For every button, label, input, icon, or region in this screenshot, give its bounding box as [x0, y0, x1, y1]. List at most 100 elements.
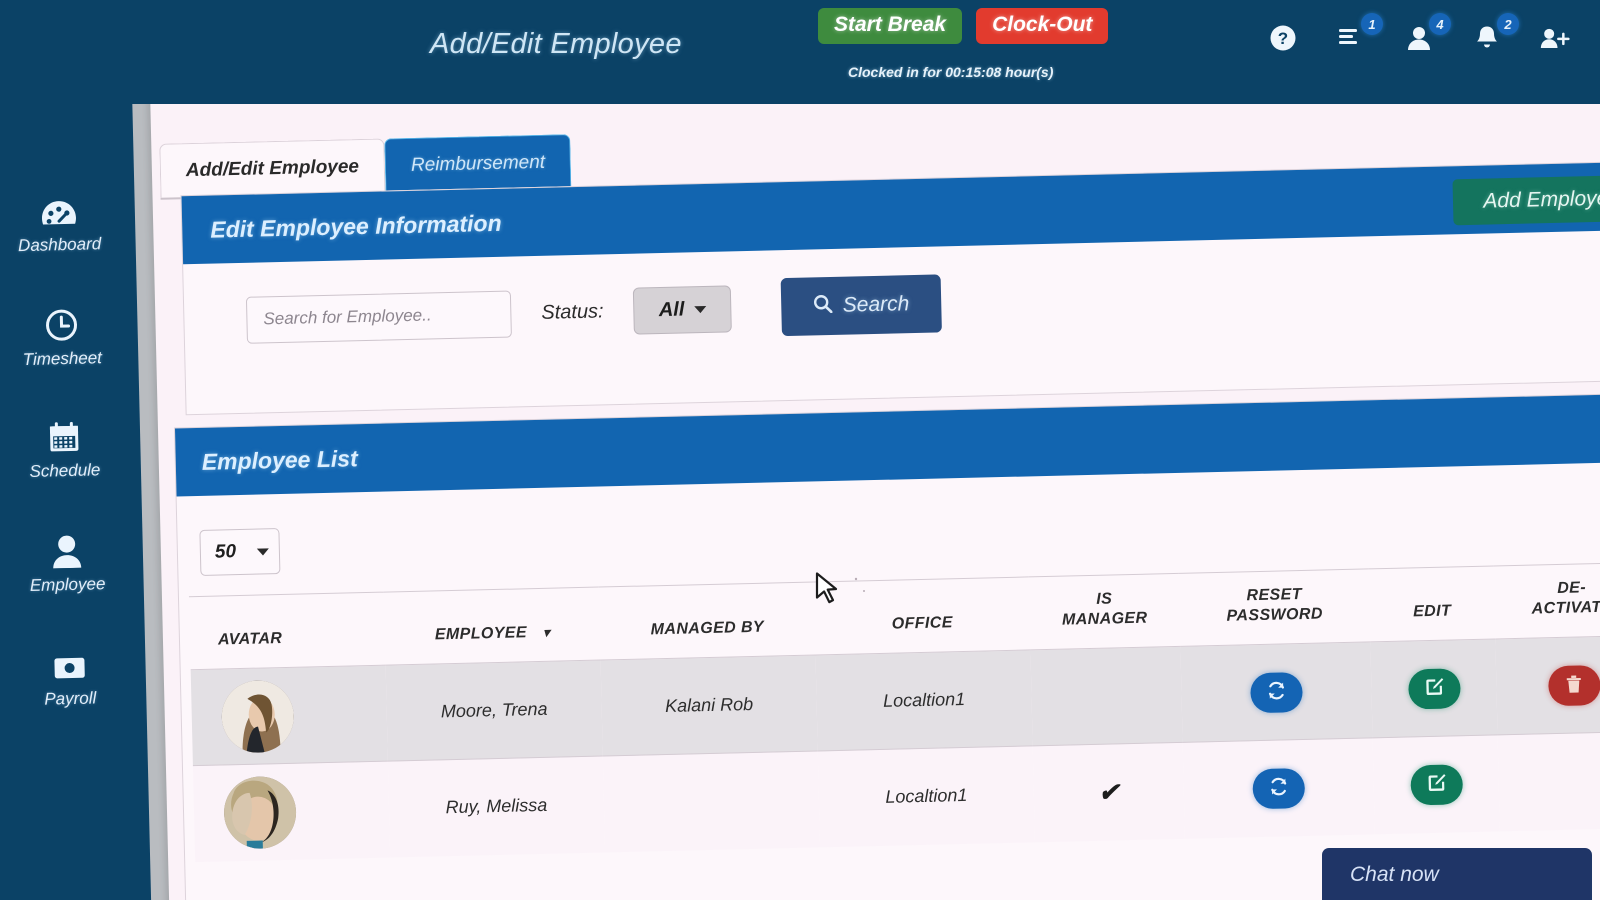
panel-title: Employee List — [201, 444, 358, 475]
tab-label: Reimbursement — [410, 151, 546, 176]
cell-avatar — [190, 665, 388, 766]
user-badge: 4 — [1429, 13, 1451, 35]
cell-employee: Moore, Trena — [385, 660, 603, 762]
cell-is-manager: ✔ — [1032, 742, 1185, 842]
column-header-label: EMPLOYEE — [434, 624, 528, 644]
tasks-badge: 1 — [1361, 13, 1383, 35]
search-icon — [813, 293, 834, 318]
page-tilt-wrapper: Dashboard Timesheet Schedule Employee Pa… — [0, 0, 1600, 900]
sidebar-item-dashboard[interactable]: Dashboard — [0, 190, 136, 257]
edit-button[interactable] — [1407, 667, 1461, 710]
clock-icon — [44, 306, 79, 343]
column-header-avatar: AVATAR — [217, 630, 283, 649]
cell-avatar — [192, 761, 391, 862]
tab-label: Add/Edit Employee — [185, 156, 360, 182]
sidebar-item-employee[interactable]: Employee — [0, 530, 144, 597]
employee-list-panel: Employee List 50 AVATAR EMPLOYEE ▾ MANAG… — [173, 392, 1600, 900]
cell-office: Localtion1 — [815, 649, 1033, 751]
cell-reset-password — [1182, 737, 1375, 839]
clock-actions: Start Break Clock-Out — [818, 8, 1109, 44]
employee-table: AVATAR EMPLOYEE ▾ MANAGED BY OFFICE IS MA… — [188, 562, 1600, 862]
employee-search-row: Status: All Sear — [245, 274, 943, 348]
sidebar-item-label: Timesheet — [22, 348, 103, 370]
column-header-is-manager: IS MANAGER — [1061, 590, 1148, 629]
column-header-reset-password: RESET PASSWORD — [1226, 585, 1323, 625]
page-size-dropdown[interactable]: 50 — [199, 528, 281, 576]
sidebar-item-label: Schedule — [29, 460, 101, 481]
trash-icon — [1565, 674, 1583, 696]
cell-employee: Ruy, Melissa — [387, 756, 606, 858]
sidebar-item-payroll[interactable]: Payroll — [0, 644, 147, 711]
header-icon-group: ? 1 4 2 — [1268, 13, 1570, 54]
sort-chevron-icon: ▾ — [542, 624, 551, 640]
page-size-value: 50 — [214, 541, 237, 563]
page-title: Add/Edit Employee — [430, 28, 682, 60]
app-root: Dashboard Timesheet Schedule Employee Pa… — [0, 0, 1600, 900]
chevron-down-icon — [694, 305, 707, 313]
chat-now-label: Chat now — [1350, 863, 1439, 886]
tasks-icon[interactable]: 1 — [1336, 13, 1383, 54]
dashboard-icon — [39, 192, 78, 229]
cell-office: Localtion1 — [817, 745, 1035, 847]
sidebar-item-timesheet[interactable]: Timesheet — [0, 304, 139, 371]
top-header-bar: Add/Edit Employee Start Break Clock-Out … — [0, 0, 1600, 104]
start-break-button[interactable]: Start Break — [818, 8, 963, 44]
edit-button[interactable] — [1409, 764, 1463, 806]
tab-reimbursement[interactable]: Reimbursement — [384, 134, 572, 193]
cell-deactivate — [1497, 731, 1600, 831]
person-icon — [50, 532, 83, 569]
sidebar-item-label: Payroll — [44, 688, 97, 709]
column-header-employee[interactable]: EMPLOYEE ▾ — [384, 587, 601, 665]
deactivate-button[interactable] — [1547, 664, 1600, 706]
tab-add-edit-employee[interactable]: Add/Edit Employee — [159, 138, 386, 198]
help-icon[interactable]: ? — [1268, 22, 1298, 54]
cell-edit — [1370, 638, 1498, 738]
page-stage: Dashboard Timesheet Schedule Employee Pa… — [0, 0, 1600, 900]
search-button[interactable]: Search — [780, 274, 943, 337]
column-header-deactivate: DE- ACTIVATE — [1531, 579, 1600, 618]
status-label: Status: — [541, 299, 604, 324]
cell-managed-by — [602, 750, 821, 852]
sidebar-item-schedule[interactable]: Schedule — [0, 416, 141, 483]
reset-password-icon — [1266, 680, 1287, 703]
cursor-trail-dots — [852, 575, 872, 602]
clocked-in-status: Clocked in for 00:15:08 hour(s) — [848, 64, 1054, 80]
avatar — [223, 775, 297, 850]
add-employee-button[interactable]: Add Employee — [1452, 174, 1600, 226]
bell-badge: 2 — [1497, 13, 1519, 35]
cell-is-manager — [1030, 646, 1183, 746]
user-icon[interactable]: 4 — [1404, 13, 1451, 54]
panel-title: Edit Employee Information — [209, 209, 502, 243]
edit-employee-panel: Edit Employee Information Add Employee S… — [180, 161, 1600, 416]
cell-deactivate — [1495, 635, 1600, 735]
is-manager-check-icon: ✔ — [1098, 778, 1120, 807]
cell-managed-by: Kalani Rob — [600, 654, 818, 757]
edit-icon — [1426, 773, 1447, 796]
chevron-down-icon — [256, 547, 269, 556]
chat-now-widget[interactable]: Chat now — [1322, 848, 1592, 900]
avatar — [220, 679, 295, 753]
cell-reset-password — [1180, 641, 1373, 743]
clock-out-button[interactable]: Clock-Out — [976, 8, 1109, 44]
sidebar-item-label: Employee — [29, 574, 106, 595]
column-header-office: OFFICE — [891, 614, 954, 633]
calendar-icon — [47, 418, 82, 455]
edit-icon — [1424, 677, 1445, 700]
payroll-icon — [52, 646, 87, 683]
svg-text:?: ? — [1278, 29, 1288, 48]
bell-icon[interactable]: 2 — [1472, 13, 1519, 54]
status-dropdown-value: All — [658, 297, 685, 321]
column-header-managed-by: MANAGED BY — [650, 618, 765, 639]
status-dropdown[interactable]: All — [633, 284, 733, 335]
column-header-edit: EDIT — [1412, 602, 1452, 621]
sidebar: Dashboard Timesheet Schedule Employee Pa… — [0, 0, 157, 900]
reset-password-button[interactable] — [1252, 767, 1306, 809]
search-input[interactable] — [245, 290, 512, 344]
reset-password-icon — [1268, 777, 1289, 800]
main-content: Add/Edit Employee Reimbursement Edit Emp… — [146, 0, 1600, 900]
sidebar-item-label: Dashboard — [17, 234, 102, 256]
search-button-label: Search — [842, 292, 910, 317]
cell-edit — [1372, 734, 1500, 834]
reset-password-button[interactable] — [1250, 671, 1303, 713]
add-user-icon[interactable] — [1540, 22, 1570, 54]
